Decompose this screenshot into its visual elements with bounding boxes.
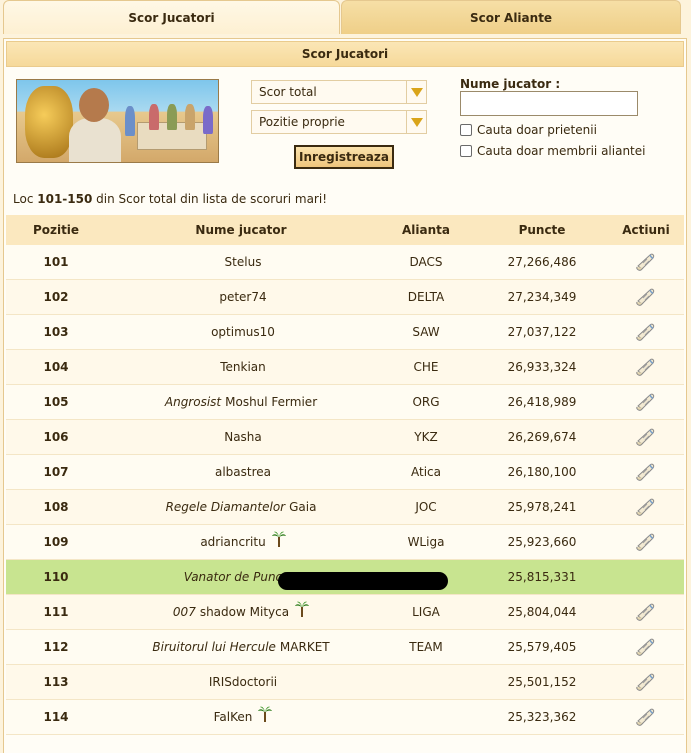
player-link[interactable]: adriancritu: [106, 525, 376, 559]
player-link[interactable]: Tenkian: [106, 350, 376, 384]
player-link[interactable]: IRISdoctorii: [106, 665, 376, 699]
palm-tree-icon: [258, 706, 273, 722]
table-row: 105 Angrosist Moshul Fermier ORG 26,418,9…: [6, 385, 684, 420]
table-row: 101 Stelus DACS 27,266,486: [6, 245, 684, 280]
table-row: 108 Regele Diamantelor Gaia JOC 25,978,24…: [6, 490, 684, 525]
alliance-link[interactable]: [376, 665, 476, 699]
dropdown-arrow-icon[interactable]: [406, 81, 426, 103]
send-message-icon[interactable]: [635, 532, 657, 552]
table-row: 111 007 shadow Mityca LIGA 25,804,044: [6, 595, 684, 630]
only-alliance-label: Cauta doar membrii aliantei: [477, 144, 646, 158]
table-row: 103 optimus10 SAW 27,037,122: [6, 315, 684, 350]
tab-alliance-score[interactable]: Scor Aliante: [341, 0, 681, 34]
table-row: 106 Nasha YKZ 26,269,674: [6, 420, 684, 455]
send-message-icon[interactable]: [635, 707, 657, 727]
header-position: Pozitie: [32, 223, 80, 237]
palm-tree-icon: [295, 601, 310, 617]
send-message-icon[interactable]: [635, 602, 657, 622]
register-button[interactable]: Inregistreaza: [294, 145, 394, 169]
rank-range-summary: Loc 101-150 din Scor total din lista de …: [13, 192, 327, 206]
table-header: Pozitie Nume jucator Alianta Puncte Acti…: [6, 215, 684, 245]
alliance-link[interactable]: [376, 560, 476, 594]
table-row: 102 peter74 DELTA 27,234,349: [6, 280, 684, 315]
only-alliance-checkbox[interactable]: Cauta doar membrii aliantei: [460, 144, 645, 158]
table-row: 113 IRISdoctorii 25,501,152: [6, 665, 684, 700]
tab-bar: Scor Jucatori Scor Aliante: [0, 0, 691, 34]
player-name-input[interactable]: [460, 91, 638, 116]
position-select[interactable]: Pozitie proprie: [251, 110, 427, 134]
checkbox-box[interactable]: [460, 124, 472, 136]
only-friends-checkbox[interactable]: Cauta doar prietenii: [460, 123, 597, 137]
header-actions: Actiuni: [622, 223, 670, 237]
send-message-icon[interactable]: [635, 322, 657, 342]
send-message-icon[interactable]: [635, 462, 657, 482]
player-link[interactable]: optimus10: [106, 315, 376, 349]
player-name-label: Nume jucator :: [460, 77, 561, 91]
alliance-link[interactable]: DELTA: [376, 280, 476, 314]
score-table-body: 101 Stelus DACS 27,266,486 102 peter74 D…: [6, 245, 684, 735]
alliance-link[interactable]: CHE: [376, 350, 476, 384]
only-friends-label: Cauta doar prietenii: [477, 123, 597, 137]
table-row: 109 adriancritu WLiga 25,923,660: [6, 525, 684, 560]
player-link[interactable]: peter74: [106, 280, 376, 314]
send-message-icon[interactable]: [635, 637, 657, 657]
alliance-link[interactable]: Atica: [376, 455, 476, 489]
player-link[interactable]: 007 shadow Mityca: [106, 595, 376, 629]
table-row: 104 Tenkian CHE 26,933,324: [6, 350, 684, 385]
dropdown-arrow-icon[interactable]: [406, 111, 426, 133]
table-row-own: 110 Vanator de Puncte 25,815,331: [6, 560, 684, 595]
player-link[interactable]: Regele Diamantelor Gaia: [106, 490, 376, 524]
player-link[interactable]: Nasha: [106, 420, 376, 454]
send-message-icon[interactable]: [635, 672, 657, 692]
alliance-link[interactable]: [376, 700, 476, 734]
header-player-name: Nume jucator: [195, 223, 287, 237]
send-message-icon[interactable]: [635, 497, 657, 517]
header-points: Puncte: [518, 223, 566, 237]
score-panel: Scor Jucatori Scor total Pozitie proprie…: [3, 38, 687, 753]
alliance-link[interactable]: DACS: [376, 245, 476, 279]
send-message-icon[interactable]: [635, 357, 657, 377]
send-message-icon[interactable]: [635, 287, 657, 307]
alliance-link[interactable]: WLiga: [376, 525, 476, 559]
player-link[interactable]: FalKen: [106, 700, 376, 734]
header-alliance: Alianta: [402, 223, 450, 237]
alliance-link[interactable]: SAW: [376, 315, 476, 349]
send-message-icon[interactable]: [635, 392, 657, 412]
banner-illustration: [16, 79, 219, 163]
position-value: Pozitie proprie: [259, 115, 345, 129]
player-link[interactable]: Biruitorul lui Hercule MARKET: [106, 630, 376, 664]
alliance-link[interactable]: JOC: [376, 490, 476, 524]
alliance-link[interactable]: TEAM: [376, 630, 476, 664]
panel-title: Scor Jucatori: [6, 41, 684, 67]
score-type-value: Scor total: [259, 85, 317, 99]
player-link[interactable]: Stelus: [106, 245, 376, 279]
alliance-link[interactable]: ORG: [376, 385, 476, 419]
send-message-icon[interactable]: [635, 427, 657, 447]
alliance-link[interactable]: YKZ: [376, 420, 476, 454]
table-row: 107 albastrea Atica 26,180,100: [6, 455, 684, 490]
table-row: 114 FalKen 25,323,362: [6, 700, 684, 735]
send-message-icon[interactable]: [635, 252, 657, 272]
tab-player-score[interactable]: Scor Jucatori: [3, 0, 340, 34]
player-link[interactable]: albastrea: [106, 455, 376, 489]
checkbox-box[interactable]: [460, 145, 472, 157]
player-link[interactable]: Angrosist Moshul Fermier: [106, 385, 376, 419]
score-type-select[interactable]: Scor total: [251, 80, 427, 104]
palm-tree-icon: [271, 531, 286, 547]
table-row: 112 Biruitorul lui Hercule MARKET TEAM 25…: [6, 630, 684, 665]
alliance-link[interactable]: LIGA: [376, 595, 476, 629]
